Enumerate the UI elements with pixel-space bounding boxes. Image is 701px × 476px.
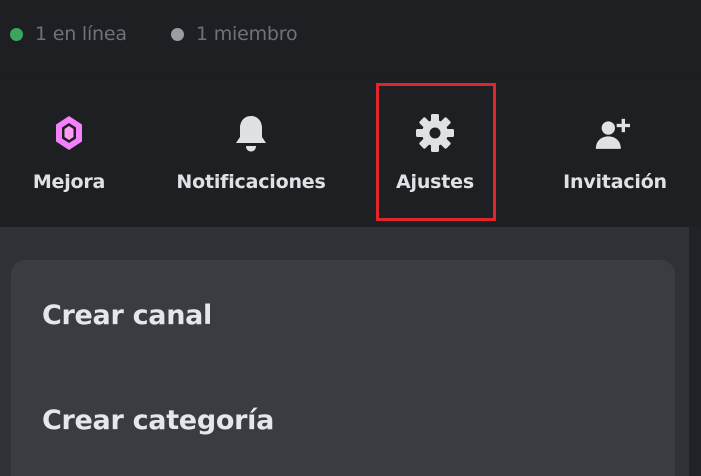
- notifications-button[interactable]: Notificaciones: [170, 75, 332, 227]
- server-status-row: 1 en línea 1 miembro: [0, 0, 701, 72]
- server-options-menu: Crear canal Crear categoría: [11, 260, 675, 476]
- server-action-bar: Mejora Notificaciones Ajustes Invitación: [0, 75, 701, 227]
- gear-icon: [415, 113, 455, 153]
- right-edge-shade: [689, 227, 701, 476]
- bell-icon: [231, 113, 271, 153]
- boost-label: Mejora: [32, 171, 106, 193]
- server-menu-screen: 1 en línea 1 miembro Mejora Notificacion…: [0, 0, 701, 476]
- online-status: 1 en línea: [10, 22, 127, 46]
- create-category-item[interactable]: Crear categoría: [42, 405, 274, 436]
- member-count-label: 1 miembro: [196, 23, 298, 45]
- online-dot-icon: [10, 27, 23, 41]
- invite-label: Invitación: [563, 171, 667, 193]
- boost-gem-icon: [49, 113, 89, 153]
- settings-button[interactable]: Ajustes: [376, 75, 494, 227]
- add-user-icon: [595, 113, 635, 153]
- notifications-label: Notificaciones: [176, 171, 326, 193]
- boost-button[interactable]: Mejora: [29, 75, 109, 227]
- create-channel-item[interactable]: Crear canal: [42, 300, 212, 331]
- online-count-label: 1 en línea: [35, 23, 127, 45]
- invite-button[interactable]: Invitación: [560, 75, 670, 227]
- member-status: 1 miembro: [171, 22, 298, 46]
- settings-label: Ajustes: [396, 171, 474, 193]
- member-dot-icon: [171, 27, 184, 41]
